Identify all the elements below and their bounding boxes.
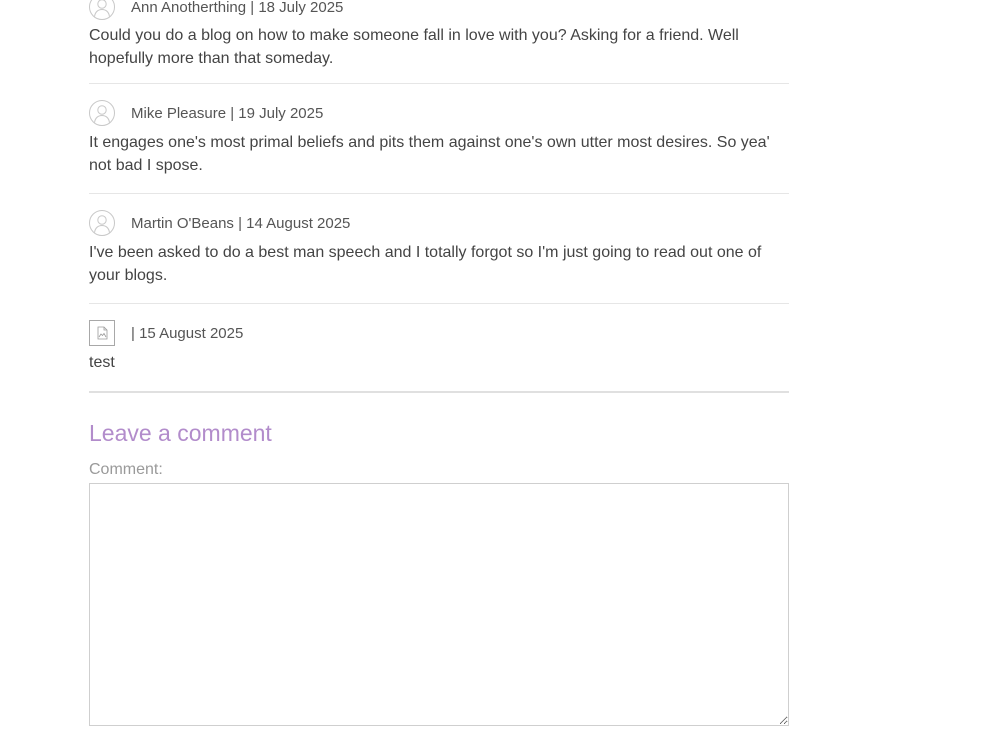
comment-field-label: Comment:	[89, 461, 163, 478]
comment-text: test	[89, 354, 115, 371]
default-avatar-icon	[89, 210, 115, 236]
comment-meta: | 15 August 2025	[131, 324, 244, 342]
comment-text: I've been asked to do a best man speech …	[89, 244, 762, 284]
comment-item: Martin O'Beans | 14 August 2025 I've bee…	[89, 194, 789, 304]
broken-image-icon	[89, 320, 115, 346]
comment-header: Mike Pleasure | 19 July 2025	[89, 100, 789, 126]
comment-item: Mike Pleasure | 19 July 2025 It engages …	[89, 84, 789, 194]
comment-meta: Mike Pleasure | 19 July 2025	[131, 104, 324, 122]
comment-header: Ann Anotherthing | 18 July 2025	[89, 0, 789, 20]
comment-item: | 15 August 2025 test	[89, 304, 789, 393]
comment-text: Could you do a blog on how to make someo…	[89, 27, 739, 67]
comment-textarea[interactable]	[89, 483, 789, 726]
comment-header: | 15 August 2025	[89, 320, 789, 346]
default-avatar-icon	[89, 0, 115, 20]
default-avatar-icon	[89, 100, 115, 126]
comment-meta: Ann Anotherthing | 18 July 2025	[131, 0, 344, 16]
comment-item: Ann Anotherthing | 18 July 2025 Could yo…	[89, 0, 789, 84]
comment-header: Martin O'Beans | 14 August 2025	[89, 210, 789, 236]
comment-text: It engages one's most primal beliefs and…	[89, 134, 770, 174]
comments-section: Ann Anotherthing | 18 July 2025 Could yo…	[89, 0, 789, 726]
leave-comment-heading: Leave a comment	[89, 420, 272, 446]
comment-meta: Martin O'Beans | 14 August 2025	[131, 214, 351, 232]
